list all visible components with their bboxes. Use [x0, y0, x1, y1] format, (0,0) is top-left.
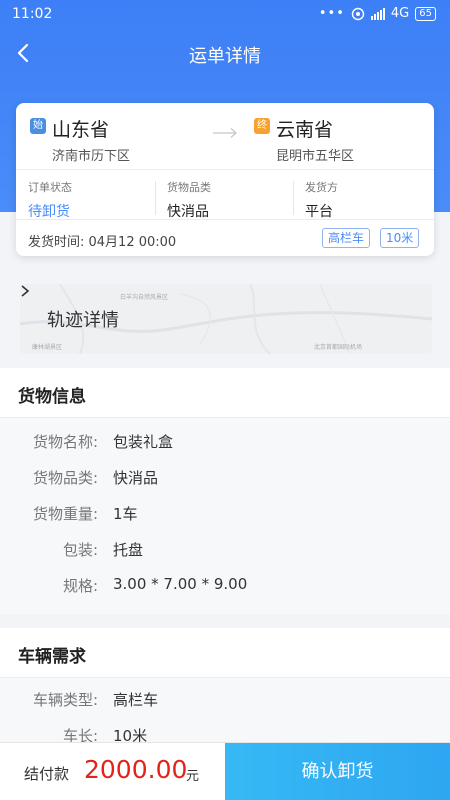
destination-province: 云南省 [276, 119, 334, 141]
goods-row-key: 货物品类: [32, 469, 98, 487]
chevron-right-icon [21, 285, 30, 297]
vehicle-row-key: 车长: [62, 727, 98, 742]
origin-district: 济南市历下区 [52, 149, 131, 164]
status-bar: 11:02 ••• 4G 65 [0, 0, 450, 30]
goods-category-label: 货物品类 [167, 181, 211, 194]
goods-section-body: 货物名称: 包装礼盒 货物品类: 快消品 货物重量: 1车 包装: 托盘 规格:… [0, 418, 450, 614]
goods-row-value: 3.00 * 7.00 * 9.00 [113, 575, 248, 593]
vehicle-row: 车辆类型: 高栏车 [0, 689, 450, 713]
shipper: 发货方 平台 [305, 179, 338, 221]
truck-type-tag: 高栏车 [322, 228, 371, 248]
column-separator [293, 181, 294, 215]
order-status: 订单状态 待卸货 [28, 179, 72, 221]
goods-row-value: 包装礼盒 [113, 433, 174, 451]
map-place-label: 康林湖景区 [32, 344, 63, 351]
vehicle-row-value: 10米 [113, 727, 148, 742]
bottom-bar: 结付款 2000.00 元 确认卸货 [0, 742, 450, 800]
vehicle-row-key: 车辆类型: [32, 691, 98, 709]
shipper-label: 发货方 [305, 181, 338, 194]
vehicle-section-body: 车辆类型: 高栏车 车长: 10米 [0, 678, 450, 742]
goods-row: 规格: 3.00 * 7.00 * 9.00 [0, 575, 450, 599]
signal-icon [370, 7, 385, 20]
map-place-label: 白羊沟自然风景区 [120, 294, 169, 301]
shipper-value: 平台 [305, 204, 333, 220]
notification-dots: ••• [318, 6, 345, 21]
status-icons: ••• 4G 65 [319, 6, 436, 21]
status-time: 11:02 [12, 6, 53, 22]
goods-row-value: 1车 [113, 505, 138, 523]
vehicle-row-value: 高栏车 [113, 691, 159, 709]
goods-row: 包装: 托盘 [0, 539, 450, 563]
hotspot-icon [351, 7, 365, 20]
goods-category: 货物品类 快消品 [167, 179, 211, 221]
goods-row: 货物名称: 包装礼盒 [0, 431, 450, 455]
battery-icon: 65 [415, 6, 436, 21]
pay-amount: 2000.00 [84, 755, 188, 784]
map-place-label: 北京首都国际机场 [314, 344, 363, 351]
card-divider [16, 169, 434, 170]
goods-row-value: 托盘 [113, 541, 144, 559]
vehicle-row: 车长: 10米 [0, 725, 450, 742]
pay-label: 结付款 [24, 765, 70, 783]
confirm-unload-button[interactable]: 确认卸货 [225, 743, 450, 800]
order-status-value: 待卸货 [28, 204, 70, 220]
track-map[interactable]: 白羊沟自然风景区 康林湖景区 北京首都国际机场 轨迹详情 [20, 284, 432, 354]
vehicle-section-title: 车辆需求 [18, 647, 86, 667]
column-separator [155, 181, 156, 215]
ship-time: 发货时间: 04月12 00:00 [28, 235, 177, 250]
truck-length-tag: 10米 [380, 228, 420, 248]
order-status-label: 订单状态 [28, 181, 72, 194]
nav-bar: 运单详情 [0, 30, 450, 78]
goods-row-key: 货物名称: [32, 433, 98, 451]
network-type: 4G [390, 6, 410, 21]
goods-category-value: 快消品 [167, 204, 209, 220]
origin-province: 山东省 [52, 119, 110, 141]
card-divider [16, 219, 434, 220]
goods-row-key: 包装: [62, 541, 98, 559]
pay-unit: 元 [186, 769, 200, 784]
destination-district: 昆明市五华区 [276, 149, 355, 164]
goods-row-key: 货物重量: [32, 505, 98, 523]
track-detail-label: 轨迹详情 [47, 310, 119, 331]
vehicle-section-header: 车辆需求 [0, 628, 450, 678]
destination-badge: 终 [254, 118, 270, 134]
route-arrow-icon [213, 128, 237, 138]
goods-section-title: 货物信息 [18, 387, 86, 407]
goods-row: 货物品类: 快消品 [0, 467, 450, 491]
goods-row-value: 快消品 [113, 469, 159, 487]
goods-row-key: 规格: [62, 577, 98, 595]
goods-row: 货物重量: 1车 [0, 503, 450, 527]
origin-badge: 始 [30, 118, 46, 134]
page-title: 运单详情 [189, 46, 261, 67]
route-card: 始 山东省 济南市历下区 终 云南省 昆明市五华区 订单状态 待卸货 货物品类 … [16, 103, 434, 256]
goods-section-header: 货物信息 [0, 368, 450, 418]
